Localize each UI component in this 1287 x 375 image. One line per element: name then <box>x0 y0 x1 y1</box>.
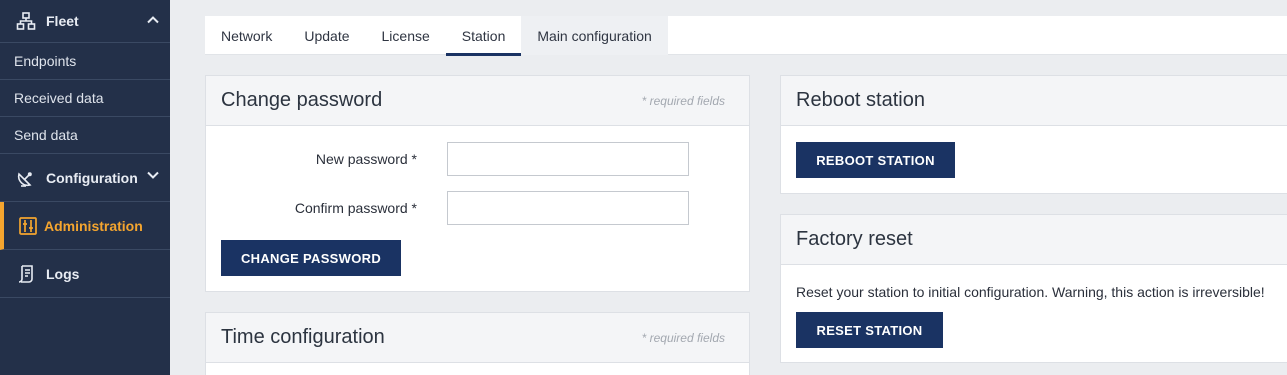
tab-station[interactable]: Station <box>445 16 522 56</box>
card-header: Reboot station <box>781 76 1287 126</box>
confirm-password-label: Confirm password * <box>294 200 417 216</box>
sidebar-item-label: Received data <box>14 90 104 106</box>
tab-license[interactable]: License <box>366 16 446 55</box>
required-fields-note: * required fields <box>641 93 725 108</box>
reboot-station-button[interactable]: REBOOT STATION <box>796 142 955 178</box>
card-title: Change password <box>221 89 383 111</box>
factory-reset-warning: Reset your station to initial configurat… <box>796 284 1265 300</box>
sidebar-item-label: Configuration <box>46 169 138 186</box>
reset-station-button[interactable]: RESET STATION <box>796 312 943 348</box>
card-title: Factory reset <box>796 228 913 250</box>
change-password-card: Change password * required fields New pa… <box>205 75 750 292</box>
tab-main-configuration[interactable]: Main configuration <box>521 16 668 55</box>
tab-label: Main configuration <box>537 27 652 44</box>
sidebar-item-label: Endpoints <box>14 53 77 69</box>
satellite-dish-icon <box>16 168 36 188</box>
sidebar-item-logs[interactable]: Logs <box>0 250 170 298</box>
network-icon <box>16 11 36 31</box>
change-password-button[interactable]: CHANGE PASSWORD <box>221 240 401 276</box>
tab-label: License <box>381 27 430 44</box>
new-password-input[interactable] <box>447 142 689 176</box>
admin-panel-icon <box>18 216 38 236</box>
card-header: Factory reset <box>781 215 1287 265</box>
reboot-station-card: Reboot station REBOOT STATION <box>780 75 1287 194</box>
sidebar-item-label: Logs <box>46 265 80 282</box>
sidebar-item-configuration[interactable]: Configuration <box>0 154 170 202</box>
sidebar-item-send-data[interactable]: Send data <box>0 117 170 154</box>
sidebar: Fleet Endpoints Received data Send data … <box>0 0 170 375</box>
chevron-down-icon[interactable] <box>146 168 160 185</box>
chevron-up-icon[interactable] <box>146 13 160 30</box>
sidebar-section-fleet[interactable]: Fleet <box>0 0 170 43</box>
tab-label: Network <box>221 27 273 44</box>
new-password-label: New password * <box>315 151 417 167</box>
tab-bar: Network Update License Station Main conf… <box>205 16 1287 56</box>
sidebar-item-endpoints[interactable]: Endpoints <box>0 43 170 80</box>
confirm-password-row: Confirm password * <box>221 191 721 225</box>
sidebar-item-label: Administration <box>44 217 143 234</box>
confirm-password-input[interactable] <box>447 191 689 225</box>
sidebar-item-administration[interactable]: Administration <box>0 202 170 250</box>
card-title: Reboot station <box>796 89 925 111</box>
card-header: Change password * required fields <box>206 76 749 126</box>
sidebar-item-label: Send data <box>14 127 78 143</box>
card-header: Time configuration * required fields <box>206 313 749 363</box>
required-fields-note: * required fields <box>641 330 725 345</box>
sidebar-section-label: Fleet <box>46 13 79 29</box>
tab-label: Station <box>461 27 506 44</box>
time-configuration-card: Time configuration * required fields <box>205 312 750 375</box>
new-password-row: New password * <box>221 142 721 176</box>
tab-update[interactable]: Update <box>288 16 365 55</box>
sidebar-item-received-data[interactable]: Received data <box>0 80 170 117</box>
tab-label: Update <box>304 27 350 44</box>
factory-reset-card: Factory reset Reset your station to init… <box>780 214 1287 363</box>
scroll-icon <box>16 264 36 284</box>
tab-network[interactable]: Network <box>205 16 288 55</box>
card-title: Time configuration <box>221 326 385 348</box>
